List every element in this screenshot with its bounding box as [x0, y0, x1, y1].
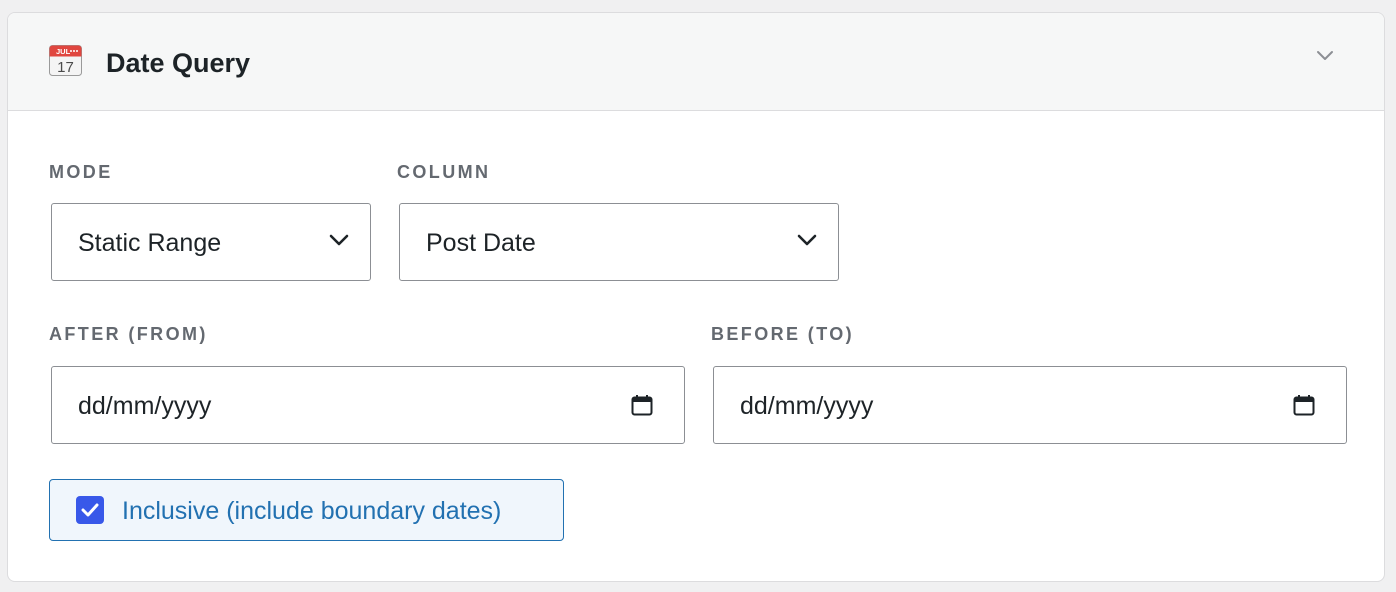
column-label: COLUMN	[397, 162, 491, 182]
after-date-placeholder: dd/mm/yyyy	[78, 392, 212, 420]
before-date-placeholder: dd/mm/yyyy	[740, 392, 874, 420]
chevron-down-icon	[329, 234, 349, 246]
calendar-picker-icon[interactable]	[631, 394, 653, 416]
chevron-down-icon	[797, 234, 817, 246]
inclusive-checkbox-option[interactable]: Inclusive (include boundary dates)	[49, 479, 564, 541]
inclusive-checkbox-label: Inclusive (include boundary dates)	[122, 497, 502, 525]
collapse-button[interactable]	[1312, 43, 1338, 69]
inclusive-checkbox[interactable]	[76, 496, 104, 524]
calendar-icon: JUL 17	[49, 45, 82, 76]
calendar-picker-icon[interactable]	[1293, 394, 1315, 416]
calendar-day: 17	[57, 59, 74, 76]
before-date-input[interactable]: dd/mm/yyyy	[713, 366, 1347, 444]
column-select-value: Post Date	[426, 229, 536, 257]
panel-header[interactable]: JUL 17 Date Query	[8, 13, 1384, 111]
mode-select[interactable]: Static Range	[51, 203, 371, 281]
column-select[interactable]: Post Date	[399, 203, 839, 281]
after-date-input[interactable]: dd/mm/yyyy	[51, 366, 685, 444]
mode-select-value: Static Range	[78, 229, 222, 257]
before-label: BEFORE (TO)	[711, 324, 855, 344]
calendar-month: JUL	[56, 47, 71, 56]
after-label: AFTER (FROM)	[49, 324, 208, 344]
date-query-panel: JUL 17 Date Query MODE Static Range COLU…	[7, 12, 1385, 582]
chevron-down-icon	[1317, 51, 1333, 60]
panel-title: Date Query	[106, 48, 251, 78]
checkmark-icon	[81, 503, 99, 517]
mode-label: MODE	[49, 162, 113, 182]
